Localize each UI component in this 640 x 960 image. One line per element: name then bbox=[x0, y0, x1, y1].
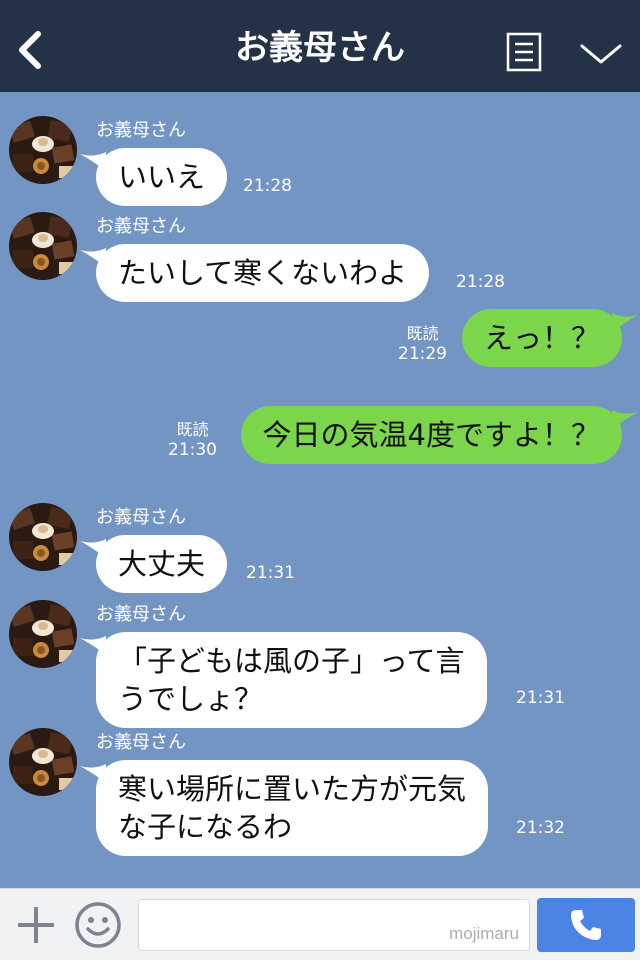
message-list[interactable]: お義母さん いいえ 21:28 お義母さん たいして寒くないわよ 21:28 えっ！？ 既読 2… bbox=[0, 92, 640, 888]
message-line: 大丈夫 bbox=[118, 547, 206, 581]
smiley-icon bbox=[75, 902, 121, 948]
message-time: 21:32 bbox=[516, 818, 565, 838]
sender-name: お義母さん bbox=[96, 604, 186, 625]
sticker-button[interactable] bbox=[74, 901, 122, 949]
read-receipt: 既読 21:29 bbox=[398, 324, 447, 364]
chevron-down-icon bbox=[580, 44, 622, 64]
message-time: 21:31 bbox=[516, 688, 565, 708]
list-icon bbox=[506, 32, 542, 72]
collapse-button[interactable] bbox=[578, 40, 624, 68]
chat-title: お義母さん bbox=[235, 28, 405, 68]
back-button[interactable] bbox=[14, 30, 44, 70]
incoming-message-bubble[interactable]: たいして寒くないわよ bbox=[96, 244, 430, 302]
avatar[interactable] bbox=[9, 116, 77, 184]
read-receipt: 既読 21:30 bbox=[168, 420, 217, 460]
input-bar: mojimaru bbox=[0, 888, 640, 960]
avatar[interactable] bbox=[9, 503, 77, 571]
avatar[interactable] bbox=[9, 600, 77, 668]
message-time: 21:30 bbox=[168, 440, 217, 460]
incoming-message-bubble[interactable]: 大丈夫 bbox=[96, 535, 228, 593]
phone-icon bbox=[571, 910, 601, 940]
message-input[interactable]: mojimaru bbox=[138, 899, 530, 951]
sender-name: お義母さん bbox=[96, 732, 186, 753]
chat-header: お義母さん bbox=[0, 0, 640, 92]
call-button[interactable] bbox=[537, 898, 635, 952]
outgoing-message-bubble[interactable]: えっ！？ bbox=[461, 309, 622, 367]
chevron-left-icon bbox=[19, 31, 41, 69]
message-line: たいして寒くないわよ bbox=[118, 256, 408, 290]
avatar[interactable] bbox=[9, 212, 77, 280]
add-button[interactable] bbox=[14, 903, 58, 947]
message-time: 21:29 bbox=[398, 344, 447, 364]
message-line: 「子どもは風の子」って言 bbox=[118, 644, 465, 678]
watermark-text: mojimaru bbox=[449, 924, 519, 943]
incoming-message-bubble[interactable]: いいえ bbox=[96, 148, 228, 206]
menu-button[interactable] bbox=[506, 32, 542, 72]
outgoing-message-bubble[interactable]: 今日の気温4度ですよ！？ bbox=[240, 406, 622, 464]
sender-name: お義母さん bbox=[96, 507, 186, 528]
read-label: 既読 bbox=[176, 420, 209, 439]
sender-name: お義母さん bbox=[96, 120, 186, 141]
message-line: うでしょ？ bbox=[118, 682, 264, 716]
message-time: 21:31 bbox=[246, 563, 295, 583]
message-line: いいえ bbox=[118, 160, 206, 194]
message-line: な子になるわ bbox=[118, 810, 293, 844]
read-label: 既読 bbox=[406, 324, 439, 343]
avatar[interactable] bbox=[9, 728, 77, 796]
message-time: 21:28 bbox=[243, 176, 292, 196]
message-time: 21:28 bbox=[456, 272, 505, 292]
message-line: 寒い場所に置いた方が元気 bbox=[118, 772, 467, 806]
incoming-message-bubble[interactable]: 「子どもは風の子」って言 うでしょ？ bbox=[96, 632, 487, 728]
sender-name: お義母さん bbox=[96, 216, 186, 237]
message-line: 今日の気温4度ですよ！？ bbox=[262, 418, 600, 452]
message-line: えっ！？ bbox=[483, 321, 600, 355]
incoming-message-bubble[interactable]: 寒い場所に置いた方が元気 な子になるわ bbox=[96, 760, 489, 856]
plus-icon bbox=[18, 907, 54, 943]
